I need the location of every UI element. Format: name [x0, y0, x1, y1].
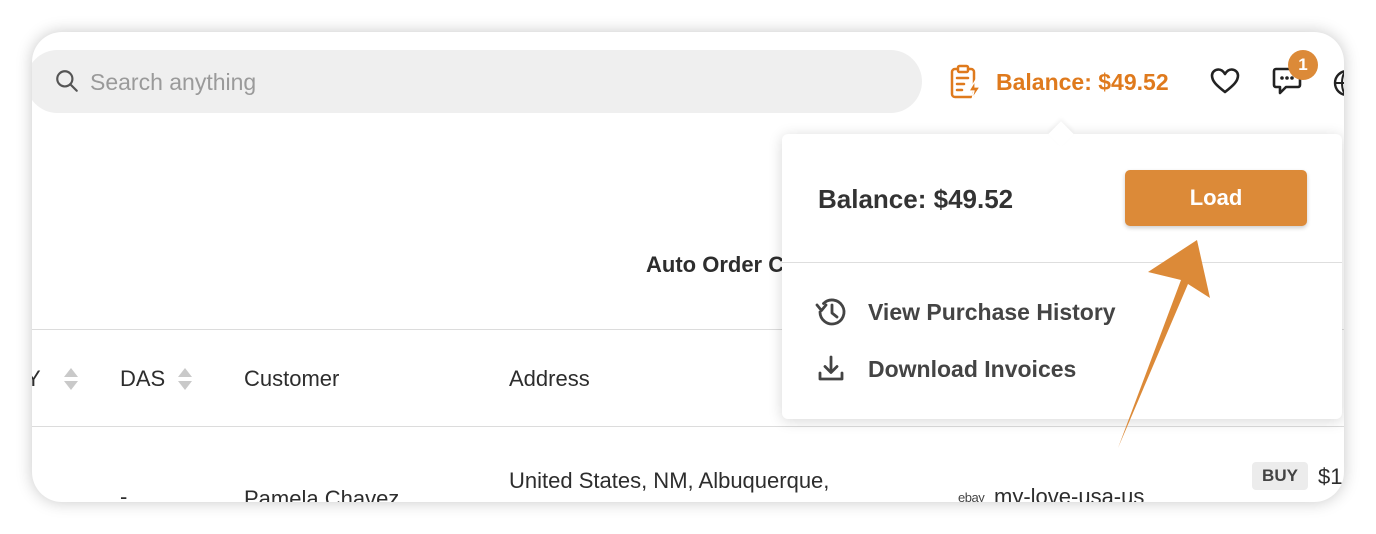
receipt-bolt-icon: [950, 64, 982, 100]
cell-store[interactable]: my-love-usa-us: [994, 484, 1144, 502]
download-icon: [818, 355, 844, 381]
history-icon: [815, 298, 846, 326]
cell-das: -: [120, 484, 128, 502]
app-window: Balance: $49.52 1 Auto Order C Y DAS Cus…: [32, 32, 1344, 502]
menu-item-label: View Purchase History: [868, 298, 1116, 325]
sort-icon[interactable]: [63, 366, 79, 392]
column-header-address[interactable]: Address: [509, 366, 590, 392]
column-header-customer[interactable]: Customer: [244, 366, 339, 392]
heart-icon[interactable]: [1210, 67, 1240, 95]
view-purchase-history-item[interactable]: View Purchase History: [814, 294, 1116, 330]
notification-badge: 1: [1288, 50, 1318, 80]
balance-popover: Balance: $49.52 Load View Purchase Histo…: [782, 121, 1342, 419]
load-button[interactable]: Load: [1125, 170, 1307, 226]
balance-label: Balance: $49.52: [996, 68, 1169, 95]
column-header-label: DAS: [120, 366, 166, 391]
search-input[interactable]: [88, 64, 792, 100]
column-header-y[interactable]: Y: [32, 366, 79, 392]
balance-link[interactable]: Balance: $49.52: [948, 62, 1169, 102]
ebay-logo: ebay: [958, 490, 985, 502]
search-bar[interactable]: [32, 50, 922, 113]
search-icon: [56, 70, 78, 92]
table-header-divider: [32, 426, 1344, 427]
cell-price: $1: [1318, 464, 1343, 489]
column-header-label: Customer: [244, 366, 340, 391]
popover-balance-label: Balance: $49.52: [818, 184, 1014, 214]
sort-icon[interactable]: [177, 366, 193, 392]
column-header-label: Address: [509, 366, 590, 391]
column-header-das[interactable]: DAS: [120, 366, 193, 392]
auto-order-title: Auto Order C: [646, 252, 785, 277]
cell-address: United States, NM, Albuquerque,: [509, 468, 830, 493]
download-invoices-item[interactable]: Download Invoices: [814, 351, 1076, 387]
buy-badge: BUY: [1252, 462, 1308, 490]
cell-customer: Pamela Chavez: [244, 486, 400, 502]
popover-divider: [782, 262, 1342, 263]
popover-caret: [1048, 121, 1074, 147]
globe-icon[interactable]: [1332, 68, 1344, 98]
column-header-label: Y: [32, 366, 41, 391]
menu-item-label: Download Invoices: [868, 355, 1077, 382]
